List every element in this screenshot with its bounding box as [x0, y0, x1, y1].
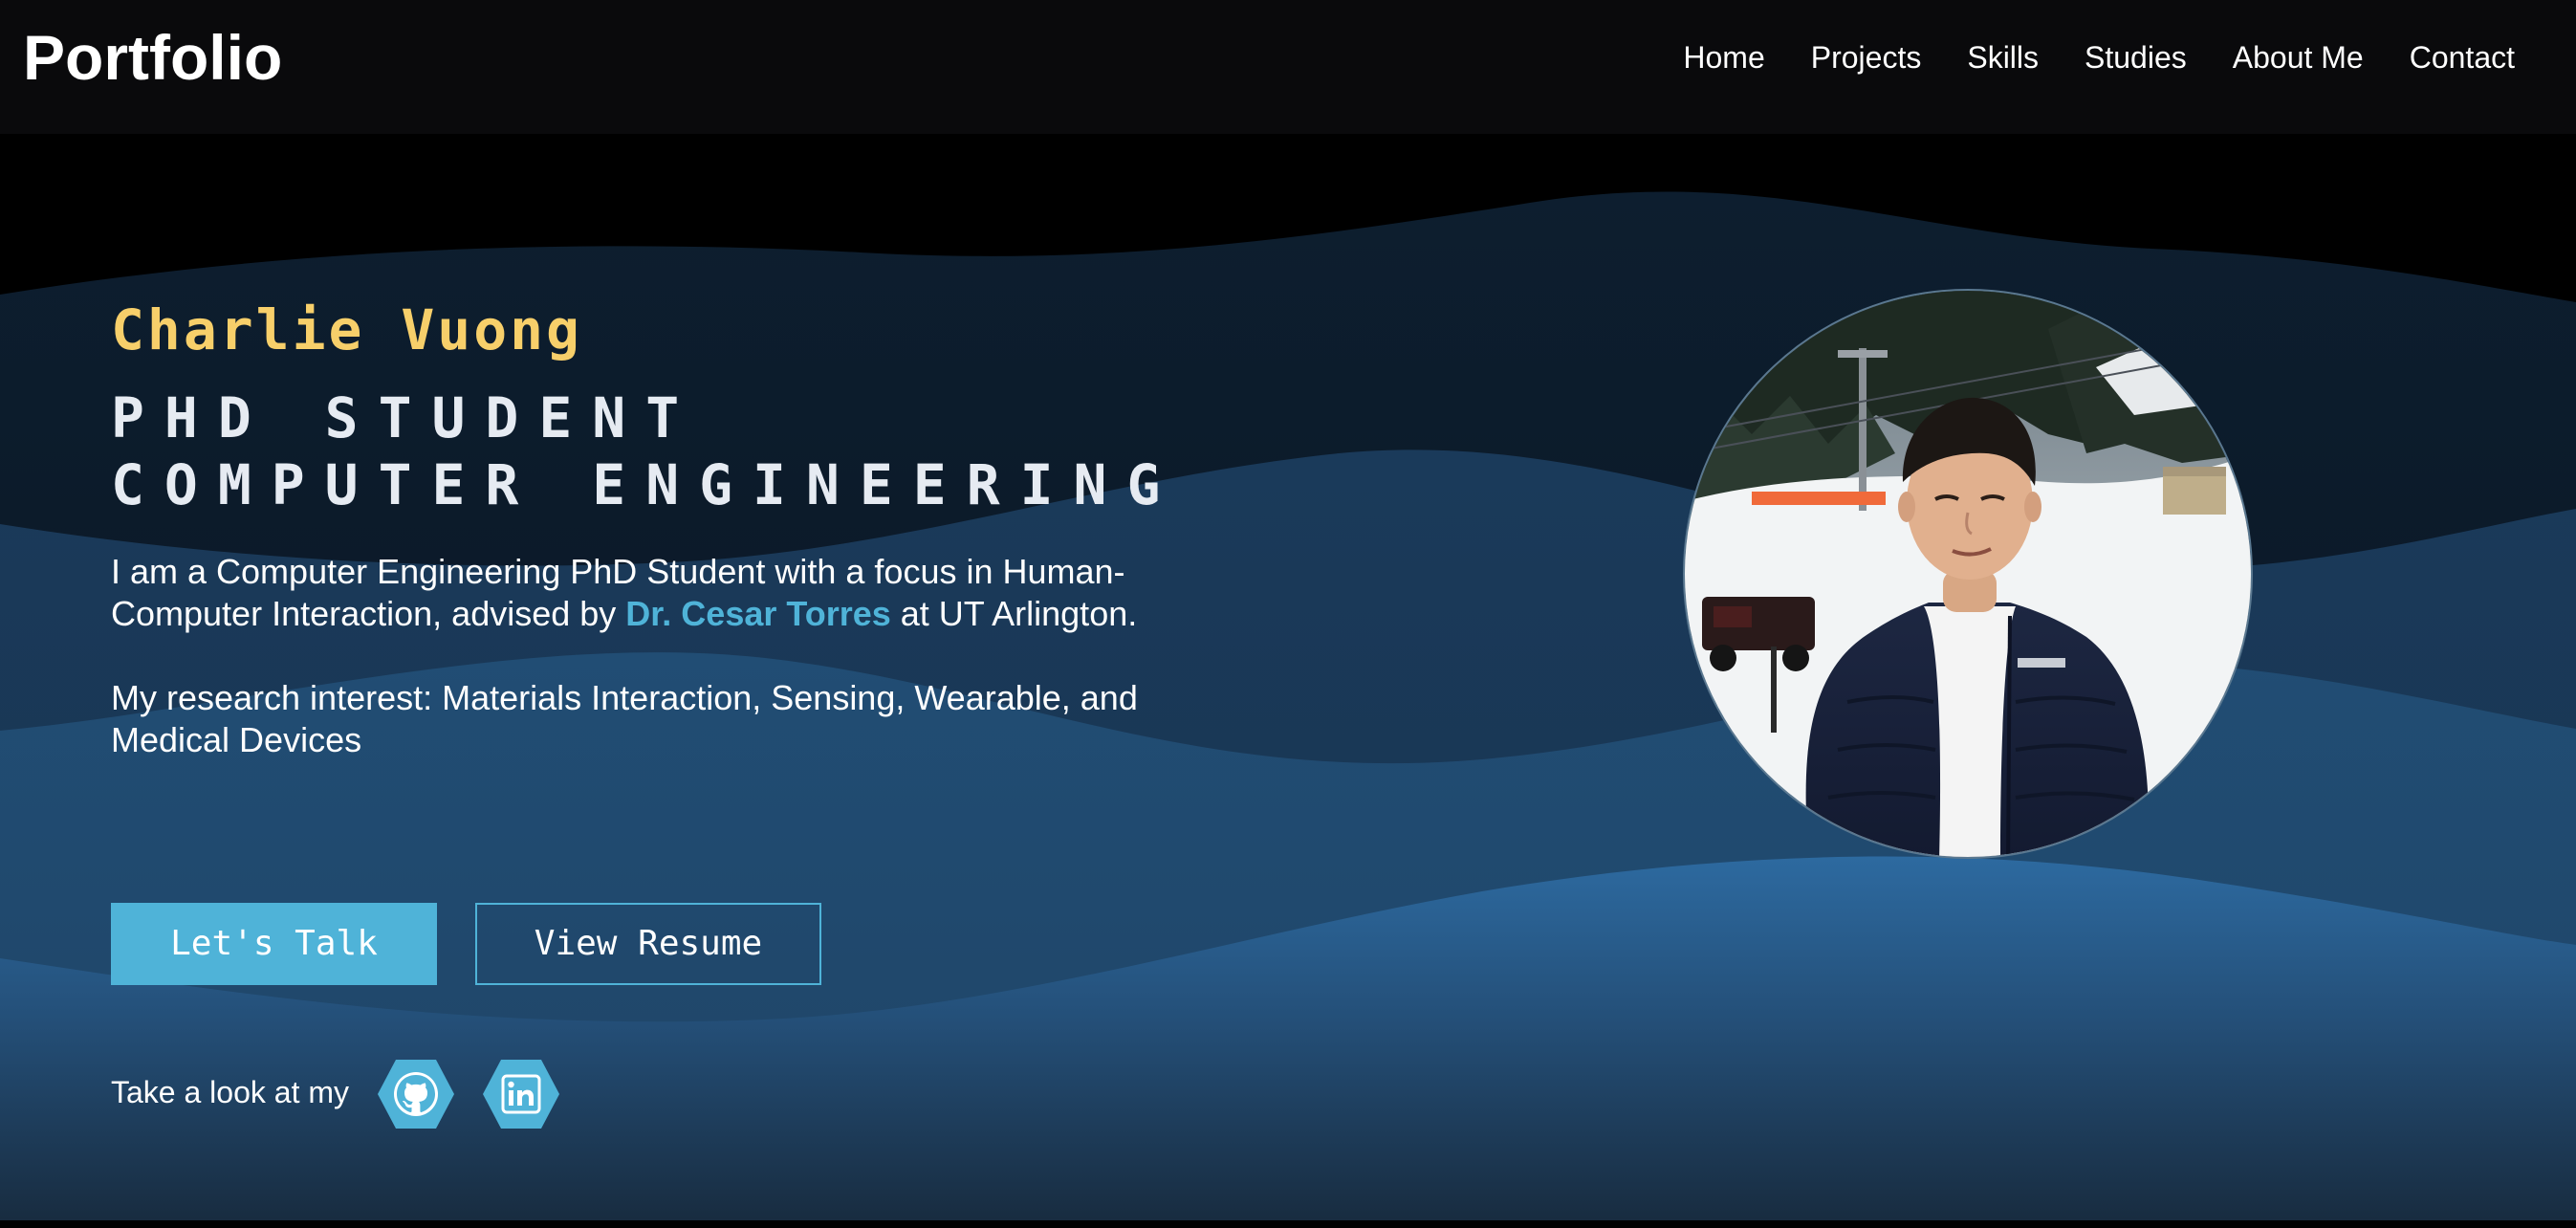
nav-link-skills[interactable]: Skills [1967, 36, 2039, 78]
hero-bio: I am a Computer Engineering PhD Student … [111, 551, 1201, 761]
hero-role-line-1: PHD STUDENT [111, 385, 700, 450]
linkedin-icon [483, 1060, 559, 1129]
nav-link-about-me[interactable]: About Me [2233, 36, 2364, 78]
hero-role: PHD STUDENT COMPUTER ENGINEERING [111, 384, 1180, 518]
profile-photo-illustration [1685, 291, 2251, 857]
github-link[interactable] [377, 1058, 455, 1130]
bio-spacer [111, 635, 1201, 677]
github-icon [378, 1060, 454, 1129]
brand-logo[interactable]: Portfolio [23, 19, 282, 96]
nav-link-projects[interactable]: Projects [1811, 36, 1922, 78]
research-interest: My research interest: Materials Interact… [111, 678, 1138, 759]
nav-links: Home Projects Skills Studies About Me Co… [1683, 36, 2515, 78]
lets-talk-button[interactable]: Let's Talk [111, 903, 437, 985]
social-label: Take a look at my [111, 1075, 349, 1109]
nav-link-contact[interactable]: Contact [2410, 36, 2515, 78]
hero-role-line-2: COMPUTER ENGINEERING [111, 452, 1181, 517]
profile-photo [1683, 289, 2253, 859]
view-resume-button[interactable]: View Resume [475, 903, 821, 985]
linkedin-link[interactable] [482, 1058, 560, 1130]
navbar: Portfolio Home Projects Skills Studies A… [0, 0, 2576, 134]
nav-link-home[interactable]: Home [1683, 36, 1764, 78]
page-bottom-border [0, 1220, 2576, 1228]
bio-text-end: at UT Arlington. [890, 594, 1138, 633]
bio-paragraph: I am a Computer Engineering PhD Student … [111, 551, 1201, 635]
hero-name: Charlie Vuong [111, 297, 582, 362]
advisor-link[interactable]: Dr. Cesar Torres [625, 594, 890, 633]
nav-link-studies[interactable]: Studies [2085, 36, 2187, 78]
